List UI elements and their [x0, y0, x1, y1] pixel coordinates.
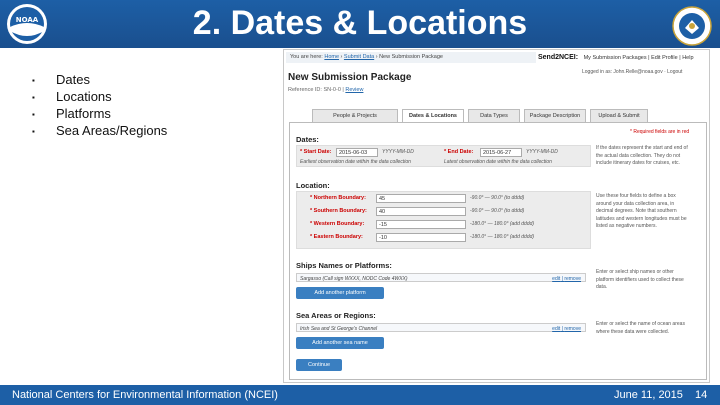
- eastern-boundary-input[interactable]: -10: [376, 233, 466, 242]
- southern-boundary-input[interactable]: 40: [376, 207, 466, 216]
- breadcrumb-prefix: You are here:: [290, 54, 323, 60]
- tab-dates-locations[interactable]: Dates & Locations: [402, 109, 464, 123]
- location-help: Use these four fields to define a box ar…: [596, 193, 687, 229]
- breadcrumb: You are here: Home › Submit Data › New S…: [286, 52, 536, 63]
- sea-area-remove-link[interactable]: remove: [564, 326, 581, 332]
- location-heading: Location:: [296, 181, 330, 190]
- reference-id: Reference ID: SN-0-0 | Review: [288, 87, 364, 93]
- sea-area-actions: edit | remove: [552, 326, 581, 332]
- eastern-boundary-range: -180.0° — 180.0° (add dddd): [470, 234, 535, 240]
- northern-boundary-range: -90.0° — 90.0° (to dddd): [470, 195, 525, 201]
- northern-boundary-input[interactable]: 45: [376, 194, 466, 203]
- western-boundary-range: -180.0° — 180.0° (add dddd): [470, 221, 535, 227]
- send2ncei-label: Send2NCEI:: [538, 54, 579, 61]
- eastern-boundary-label: * Eastern Boundary:: [310, 234, 363, 240]
- bullet-text: Sea Areas/Regions: [56, 123, 168, 138]
- tab-upload-submit[interactable]: Upload & Submit: [590, 109, 648, 122]
- reference-text: Reference ID: SN-0-0: [288, 87, 341, 93]
- bullet-dot-icon: ▪: [32, 76, 35, 85]
- start-date-format: YYYY-MM-DD: [382, 149, 414, 155]
- sea-areas-heading: Sea Areas or Regions:: [296, 311, 376, 320]
- platforms-help: Enter or select ship names or other plat…: [596, 269, 684, 290]
- help-link[interactable]: Help: [682, 55, 693, 61]
- platform-actions: edit | remove: [552, 276, 581, 282]
- western-boundary-label: * Western Boundary:: [310, 221, 365, 227]
- breadcrumb-current: New Submission Package: [379, 54, 443, 60]
- sea-area-name: Irish Sea and St George's Channel: [300, 326, 378, 332]
- tab-people-projects[interactable]: People & Projects: [312, 109, 398, 122]
- footer-organization: National Centers for Environmental Infor…: [12, 389, 278, 401]
- slide: NOAA 2. Dates & Locations ▪ Dates ▪ Locati…: [0, 0, 720, 405]
- add-sea-area-button[interactable]: Add another sea name: [296, 337, 384, 349]
- start-date-label: * Start Date:: [300, 149, 332, 155]
- bullet-dot-icon: ▪: [32, 93, 35, 102]
- northern-boundary-label: * Northern Boundary:: [310, 195, 366, 201]
- bullet-text: Platforms: [56, 106, 111, 121]
- tab-package-description[interactable]: Package Description: [524, 109, 586, 122]
- end-date-input[interactable]: 2015-06-27: [480, 148, 522, 157]
- add-platform-button[interactable]: Add another platform: [296, 287, 384, 299]
- end-date-hint: Latest observation date within the data …: [444, 159, 552, 165]
- department-seal-icon: [672, 6, 712, 46]
- sea-area-list-item: Irish Sea and St George's Channel edit |…: [296, 323, 586, 332]
- bullet-dot-icon: ▪: [32, 127, 35, 136]
- footer-page-number: 14: [695, 389, 708, 401]
- southern-boundary-range: -90.0° — 90.0° (to dddd): [470, 208, 525, 214]
- submission-page-screenshot: You are here: Home › Submit Data › New S…: [283, 49, 710, 383]
- platforms-heading: Ships Names or Platforms:: [296, 261, 392, 270]
- continue-button[interactable]: Continue: [296, 359, 342, 371]
- bullet-list: ▪ Dates ▪ Locations ▪ Platforms ▪ Sea Areas/…: [26, 72, 167, 140]
- bullet-text: Dates: [56, 72, 90, 87]
- my-packages-link[interactable]: My Submission Packages: [584, 55, 647, 61]
- platform-edit-link[interactable]: edit: [552, 276, 560, 282]
- dates-help: If the dates represent the start and end…: [596, 145, 688, 166]
- logged-in-status: Logged in as: John.Relle@noaa.gov · Logo…: [582, 69, 683, 75]
- start-date-hint: Earliest observation date within the dat…: [300, 159, 411, 165]
- bullet-item: ▪ Locations: [26, 89, 167, 106]
- review-link[interactable]: Review: [345, 87, 363, 93]
- start-date-input[interactable]: 2015-06-03: [336, 148, 378, 157]
- sea-areas-help: Enter or select the name of ocean areas …: [596, 321, 685, 335]
- slide-title: 2. Dates & Locations: [192, 4, 528, 42]
- bullet-text: Locations: [56, 89, 112, 104]
- platform-name: Sargasso (Call sign WXXX, NODC Code 4WXX…: [300, 276, 408, 282]
- breadcrumb-submit-link[interactable]: Submit Data: [344, 54, 374, 60]
- dates-heading: Dates:: [296, 135, 319, 144]
- footer-date: June 11, 2015: [614, 389, 683, 401]
- tab-data-types[interactable]: Data Types: [468, 109, 520, 122]
- breadcrumb-home-link[interactable]: Home: [324, 54, 339, 60]
- platform-list-item: Sargasso (Call sign WXXX, NODC Code 4WXX…: [296, 273, 586, 282]
- bullet-item: ▪ Platforms: [26, 106, 167, 123]
- bullet-dot-icon: ▪: [32, 110, 35, 119]
- send2ncei-header: Send2NCEI: My Submission Packages | Edit…: [538, 54, 694, 61]
- form-panel: * Required fields are in red Dates: * St…: [289, 122, 707, 380]
- end-date-label: * End Date:: [444, 149, 474, 155]
- western-boundary-input[interactable]: -15: [376, 220, 466, 229]
- southern-boundary-label: * Southern Boundary:: [310, 208, 367, 214]
- end-date-format: YYYY-MM-DD: [526, 149, 558, 155]
- sea-area-edit-link[interactable]: edit: [552, 326, 560, 332]
- bullet-item: ▪ Sea Areas/Regions: [26, 123, 167, 140]
- bullet-item: ▪ Dates: [26, 72, 167, 89]
- required-note: * Required fields are in red: [630, 129, 690, 135]
- page-heading: New Submission Package: [288, 72, 412, 83]
- platform-remove-link[interactable]: remove: [564, 276, 581, 282]
- edit-profile-link[interactable]: Edit Profile: [651, 55, 678, 61]
